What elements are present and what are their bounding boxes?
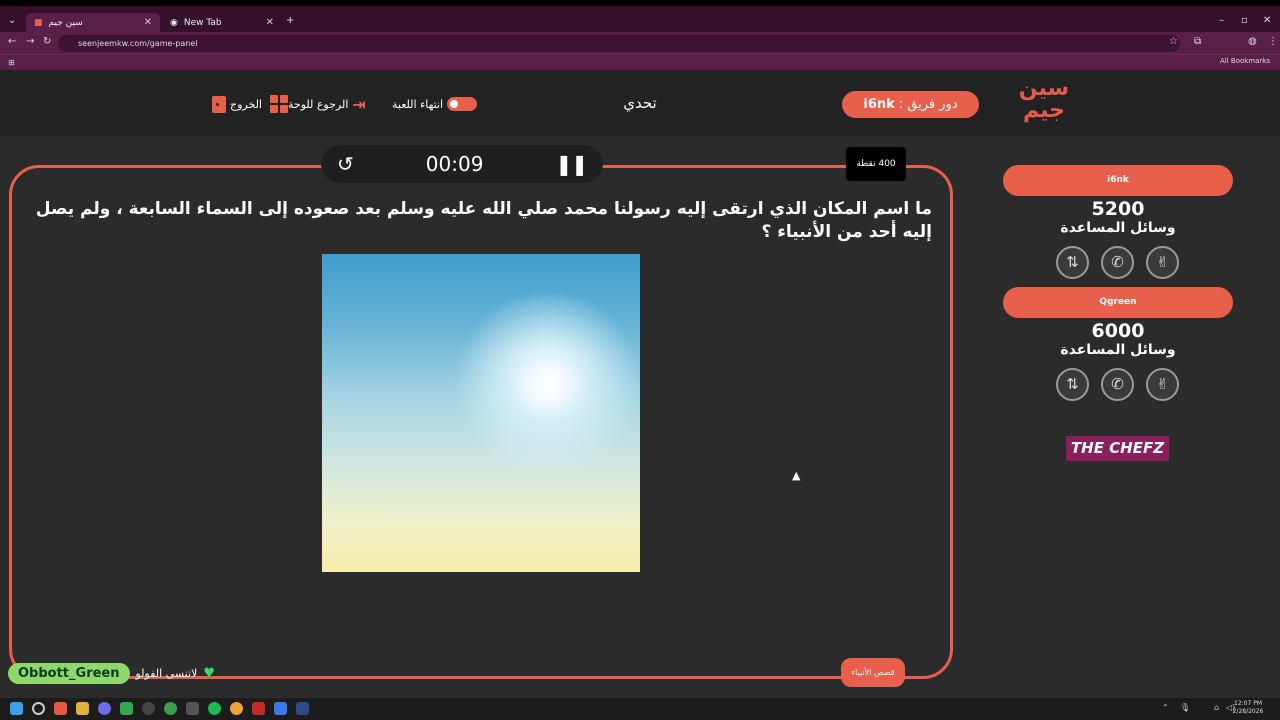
extensions-icon[interactable]: ⧉ xyxy=(1194,36,1201,47)
turn-label: دور فريق : xyxy=(898,97,958,112)
team-2-name[interactable]: Qgreen xyxy=(1003,287,1233,318)
chat-overlay: Obbott_Green لاتنسى الفولو ♥ xyxy=(8,659,215,687)
two-answers-icon[interactable]: ✌ xyxy=(1146,368,1179,401)
forward-icon[interactable]: → xyxy=(26,36,34,47)
close-window-icon[interactable]: ✕ xyxy=(1263,15,1271,26)
question-image xyxy=(322,254,640,572)
clock-date: 2/28/2026 xyxy=(1232,708,1264,715)
system-clock[interactable]: 12:07 PM 2/28/2026 xyxy=(1228,700,1268,716)
bookmarks-bar: ⊞ All Bookmarks xyxy=(0,54,1280,70)
steam-icon[interactable] xyxy=(296,702,309,715)
chrome-icon: ◉ xyxy=(170,17,178,28)
app-icon[interactable] xyxy=(164,702,177,715)
minimize-icon[interactable]: – xyxy=(1219,15,1224,26)
category-badge: قصص الأنبياء xyxy=(841,658,905,687)
logo-line-2: جيم xyxy=(1022,98,1066,123)
tab-new-tab[interactable]: ◉ New Tab ✕ xyxy=(162,13,282,32)
apps-grid-icon[interactable]: ⊞ xyxy=(8,58,15,67)
phone-icon[interactable]: ✆ xyxy=(1101,246,1134,279)
back-to-board-button[interactable]: ⇥ الرجوع للوحة xyxy=(288,94,366,114)
app-icon[interactable] xyxy=(274,702,287,715)
back-to-board-label: الرجوع للوحة xyxy=(288,97,349,111)
chat-message: لاتنسى الفولو xyxy=(135,666,198,680)
team-turn-indicator: دور فريق : i6nk xyxy=(842,91,979,118)
brave-icon[interactable] xyxy=(54,702,67,715)
mic-icon[interactable]: 🎙 xyxy=(1180,703,1190,712)
arrow-back-icon: ⇥ xyxy=(352,94,366,114)
tab-search-icon[interactable]: ⌄ xyxy=(8,15,16,26)
spotify-icon[interactable] xyxy=(208,702,221,715)
url-field[interactable]: seenjeemkw.com/game-panel xyxy=(58,35,1180,52)
team-2-help-title: وسائل المساعدة xyxy=(1060,342,1176,358)
phone-icon[interactable]: ✆ xyxy=(1101,368,1134,401)
timer-bar: ↺ 00:09 ❚❚ xyxy=(321,145,603,183)
mouse-cursor-icon: ▲ xyxy=(792,469,801,482)
history-icon[interactable]: ↺ xyxy=(337,152,354,176)
team-2-score: 6000 xyxy=(1091,320,1145,342)
menu-icon[interactable]: ⋮ xyxy=(1268,36,1278,47)
heart-icon: ♥ xyxy=(203,665,215,681)
swap-icon[interactable]: ⇅ xyxy=(1056,246,1089,279)
toggle-icon xyxy=(447,97,478,111)
reload-icon[interactable]: ↻ xyxy=(43,36,51,47)
board-grid-icon xyxy=(270,95,288,113)
end-game-label: انتهاء اللعبة xyxy=(392,97,444,111)
end-game-button[interactable]: انتهاء اللعبة xyxy=(392,95,478,113)
search-icon[interactable] xyxy=(32,702,45,715)
obs-icon[interactable] xyxy=(142,702,155,715)
bookmark-star-icon[interactable]: ☆ xyxy=(1169,36,1178,47)
exit-button[interactable]: الخروج xyxy=(212,95,262,113)
all-bookmarks[interactable]: All Bookmarks xyxy=(1220,57,1270,65)
chat-username: Obbott_Green xyxy=(8,662,130,684)
site-logo[interactable]: سين جيم xyxy=(1015,78,1073,130)
network-icon[interactable]: ⌂ xyxy=(1214,703,1219,712)
board-grid-icon-wrap xyxy=(270,95,288,113)
discord-icon[interactable] xyxy=(98,702,111,715)
close-tab-icon[interactable]: ✕ xyxy=(266,17,274,28)
question-text: ما اسم المكان الذي ارتقى إليه رسولنا محم… xyxy=(35,199,932,242)
app-icon[interactable] xyxy=(230,702,243,715)
logo-line-1: سين xyxy=(1018,76,1070,101)
sponsor-logo: THE CHEFZ xyxy=(1066,436,1169,461)
two-answers-icon[interactable]: ✌ xyxy=(1146,246,1179,279)
exit-label: الخروج xyxy=(230,97,262,111)
url-text: seenjeemkw.com/game-panel xyxy=(78,39,198,48)
tab-seen-jeem[interactable]: ■ سين جيم ✕ xyxy=(26,13,160,32)
close-tab-icon[interactable]: ✕ xyxy=(144,17,152,28)
app-icon[interactable] xyxy=(186,702,199,715)
game-mode-title: تحدي xyxy=(623,94,657,112)
back-icon[interactable]: ← xyxy=(8,36,16,47)
clock-time: 12:07 PM xyxy=(1234,700,1262,707)
exit-door-icon xyxy=(212,95,226,113)
team-1-help-title: وسائل المساعدة xyxy=(1060,220,1176,236)
tray-chevron-icon[interactable]: ⌃ xyxy=(1162,703,1169,712)
timer-display: 00:09 xyxy=(425,152,484,176)
new-tab-icon[interactable]: + xyxy=(286,15,294,26)
swap-icon[interactable]: ⇅ xyxy=(1056,368,1089,401)
turn-team-name: i6nk xyxy=(863,97,895,112)
start-icon[interactable] xyxy=(10,702,23,715)
maximize-icon[interactable]: ▫ xyxy=(1241,15,1248,26)
team-1-score: 5200 xyxy=(1091,198,1145,220)
xbox-icon[interactable] xyxy=(120,702,133,715)
team-1-name[interactable]: i6nk xyxy=(1003,165,1233,196)
site-favicon-icon: ■ xyxy=(34,17,43,28)
profile-icon[interactable]: ◍ xyxy=(1248,36,1257,47)
pause-icon[interactable]: ❚❚ xyxy=(555,152,588,176)
top-strip xyxy=(0,0,1280,6)
points-badge: 400 نقطة xyxy=(846,147,906,181)
app-icon[interactable] xyxy=(252,702,265,715)
tab-title: New Tab xyxy=(183,17,222,28)
tab-title: سين جيم xyxy=(48,17,83,28)
file-explorer-icon[interactable] xyxy=(76,702,89,715)
